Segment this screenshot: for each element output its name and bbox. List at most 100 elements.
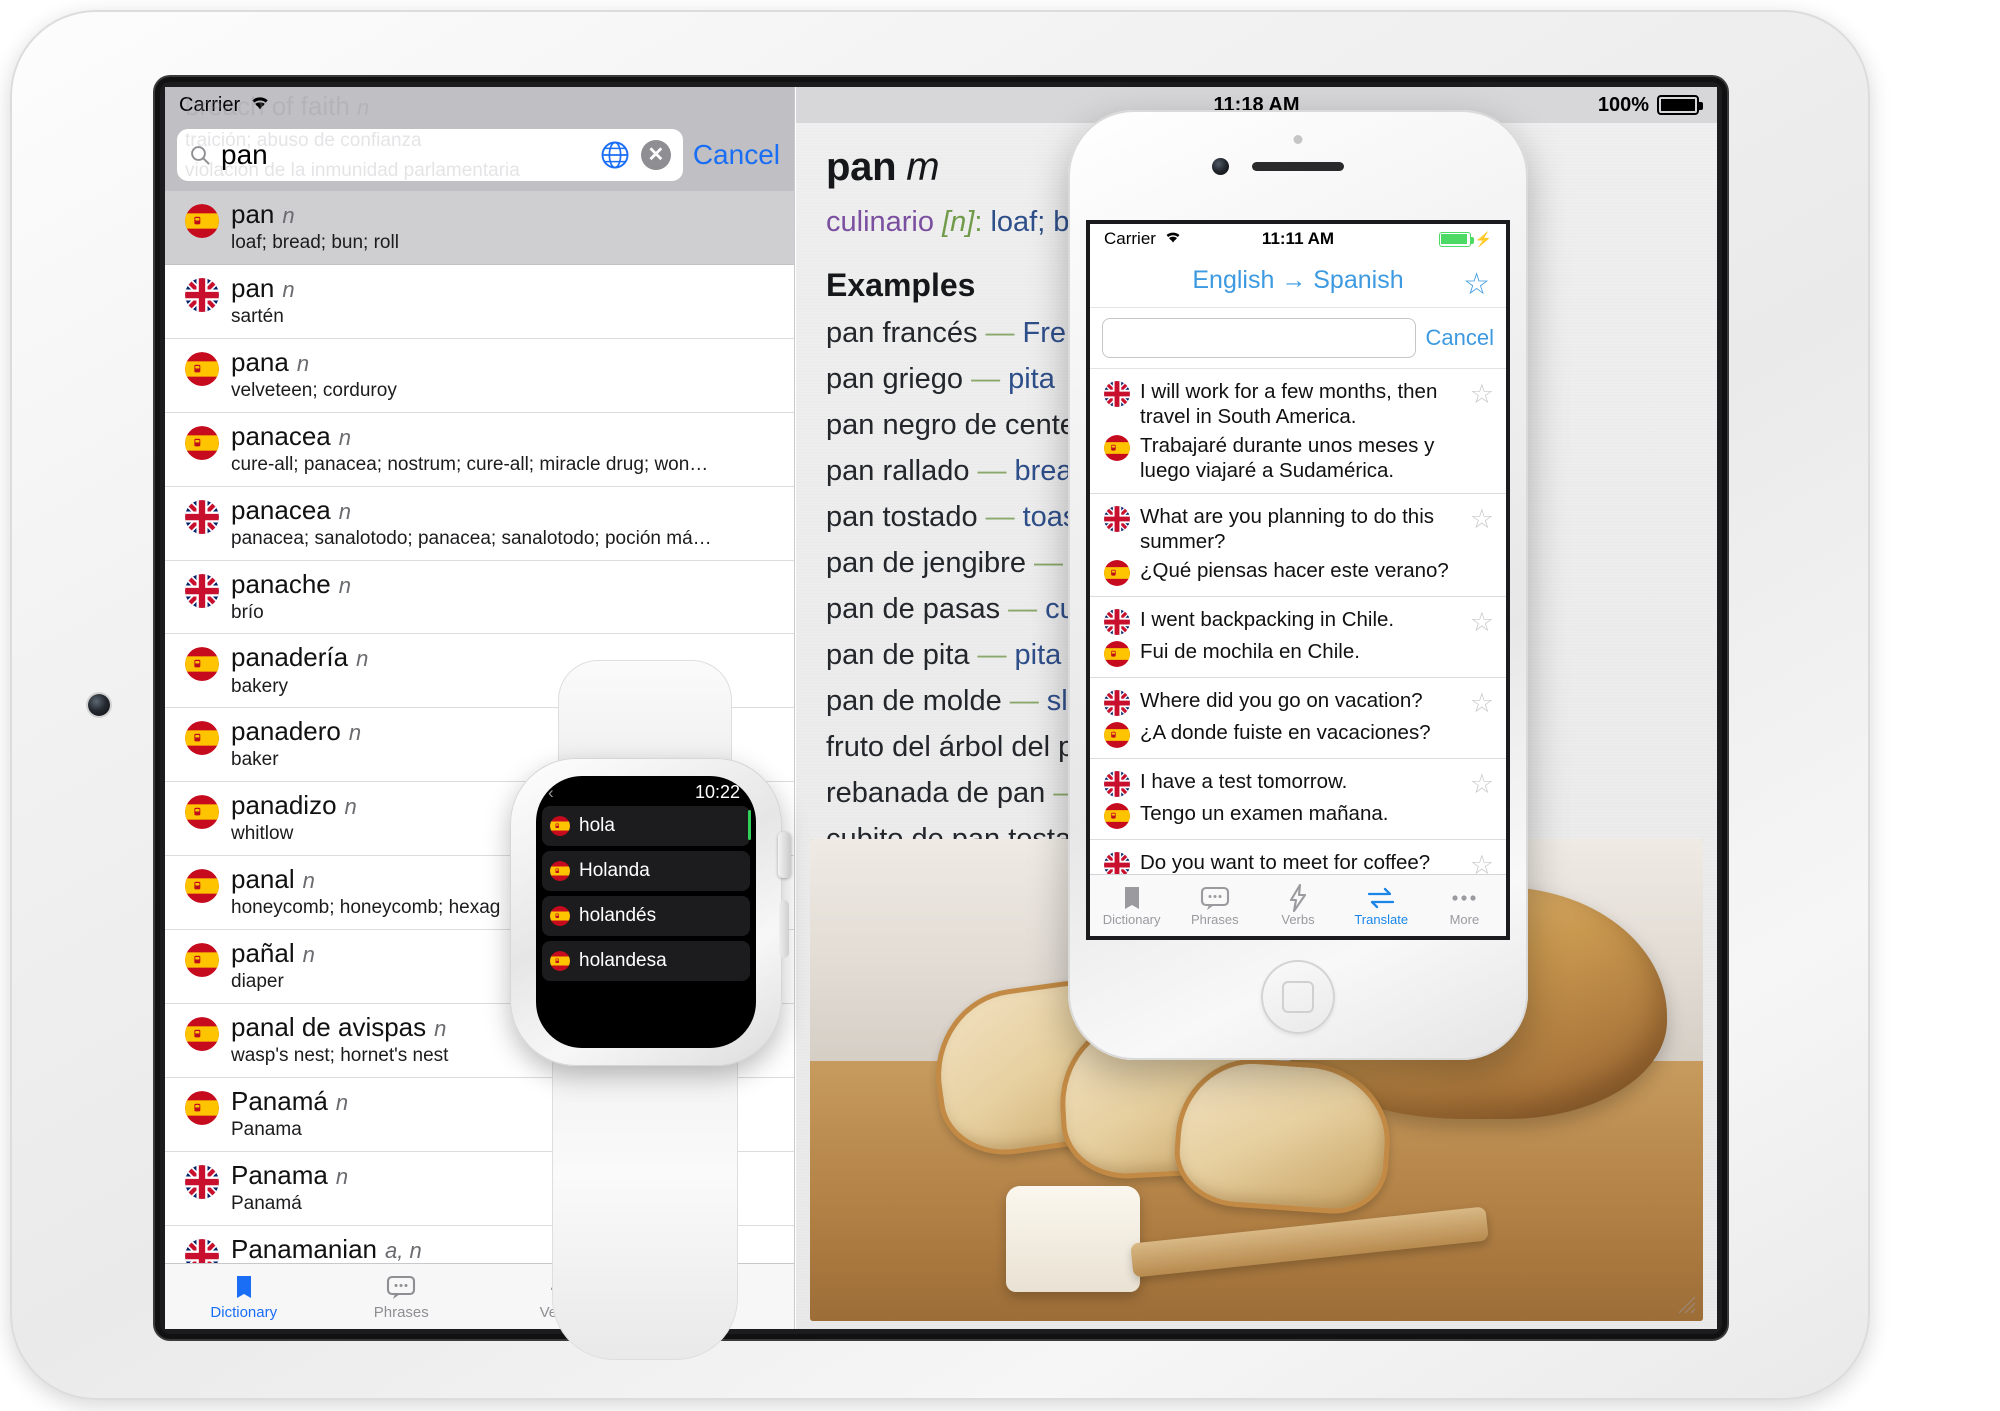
iphone-home-button[interactable] bbox=[1261, 960, 1335, 1034]
translation-pair[interactable]: I will work for a few months, then trave… bbox=[1090, 369, 1506, 494]
watch-list-item[interactable]: Holanda bbox=[542, 851, 750, 891]
pair-source-text: Where did you go on vacation? bbox=[1140, 689, 1423, 712]
translate-cancel-button[interactable]: Cancel bbox=[1426, 325, 1494, 351]
ellipsis-icon bbox=[1423, 885, 1506, 911]
flag-icon-en bbox=[1104, 771, 1130, 797]
iphone-screen: Carrier 11:11 AM ⚡ English → Spanish ☆ C… bbox=[1086, 220, 1510, 940]
flag-icon-es bbox=[185, 647, 219, 682]
translation-pair[interactable]: What are you planning to do this summer?… bbox=[1090, 494, 1506, 597]
example-source: rebanada de pan bbox=[826, 777, 1046, 809]
search-result-row[interactable]: panacea n cure-all; panacea; nostrum; cure… bbox=[165, 412, 794, 487]
result-word: pan n bbox=[231, 199, 295, 229]
favorite-star-icon[interactable]: ☆ bbox=[1470, 379, 1494, 410]
search-result-row[interactable]: pan n loaf; bread; bun; roll bbox=[165, 191, 794, 265]
result-gloss: loaf; bread; bun; roll bbox=[231, 232, 399, 254]
flag-icon-es bbox=[550, 951, 570, 971]
result-pos: n bbox=[302, 868, 315, 894]
watch-scroll-indicator bbox=[748, 810, 751, 840]
watch-word-list[interactable]: hola Holanda holandés holandesa bbox=[536, 806, 756, 981]
star-outline-icon[interactable]: ☆ bbox=[1463, 267, 1490, 302]
watch-list-item[interactable]: holandés bbox=[542, 896, 750, 936]
result-word: Panama n bbox=[231, 1159, 349, 1190]
flag-icon-es bbox=[185, 869, 219, 904]
pair-target-text: ¿A donde fuiste en vacaciones? bbox=[1140, 721, 1431, 744]
result-word: panacea n bbox=[231, 420, 352, 451]
iphone-device: Carrier 11:11 AM ⚡ English → Spanish ☆ C… bbox=[1068, 110, 1528, 1060]
entry-headword-text: pan bbox=[826, 145, 897, 189]
translate-arrows-icon bbox=[1340, 885, 1423, 911]
flag-icon-es bbox=[185, 425, 219, 460]
result-pos: n bbox=[338, 498, 352, 524]
example-source: pan rallado bbox=[826, 455, 970, 487]
watch-list-item[interactable]: holandesa bbox=[542, 941, 750, 981]
result-gloss: sartén bbox=[231, 306, 284, 328]
example-dash-icon: — bbox=[985, 317, 1015, 349]
translation-pair[interactable]: I have a test tomorrow. Tengo un examen m… bbox=[1090, 759, 1506, 840]
flag-icon-es bbox=[1104, 560, 1130, 586]
flag-icon-es bbox=[1104, 641, 1130, 667]
example-source: fruto del árbol del pan bbox=[826, 731, 1107, 763]
flag-icon-en bbox=[1104, 609, 1130, 635]
watch-case: ‹ 10:22 hola Holanda holandés holandesa bbox=[510, 758, 791, 1066]
example-source: pan francés bbox=[826, 317, 978, 349]
result-pos: n bbox=[335, 1163, 349, 1189]
iphone-tab-translate[interactable]: Translate bbox=[1340, 885, 1423, 927]
example-dash-icon: — bbox=[971, 363, 1001, 395]
favorite-star-icon[interactable]: ☆ bbox=[1470, 769, 1494, 800]
watch-word: hola bbox=[579, 815, 615, 836]
iphone-tab-phrases[interactable]: Phrases bbox=[1173, 885, 1256, 927]
watch-band-bottom bbox=[552, 1050, 738, 1360]
example-dash-icon: — bbox=[985, 501, 1015, 533]
iphone-tab-bar[interactable]: Dictionary Phrases Verbs Translate More bbox=[1090, 874, 1506, 936]
result-word: panacea n bbox=[231, 494, 352, 525]
translate-search-input[interactable] bbox=[1102, 318, 1416, 358]
flag-icon-es bbox=[185, 795, 219, 830]
translation-pairs-list[interactable]: I will work for a few months, then trave… bbox=[1090, 369, 1506, 936]
digital-crown-icon[interactable] bbox=[778, 832, 791, 878]
search-result-row[interactable]: panache n brío bbox=[165, 560, 794, 635]
favorite-star-icon[interactable]: ☆ bbox=[1470, 504, 1494, 535]
tab-phrases[interactable]: Phrases bbox=[323, 1272, 481, 1321]
flag-icon-es bbox=[1104, 722, 1130, 748]
result-pos: a, n bbox=[385, 1237, 422, 1263]
flag-icon-es bbox=[185, 721, 219, 756]
favorite-star-icon[interactable]: ☆ bbox=[1470, 688, 1494, 719]
translation-pair[interactable]: Where did you go on vacation? ¿A donde fu… bbox=[1090, 678, 1506, 759]
watch-list-item[interactable]: hola bbox=[542, 806, 750, 846]
tab-dictionary[interactable]: Dictionary bbox=[165, 1272, 323, 1321]
iphone-camera-icon bbox=[1212, 158, 1229, 175]
entry-gender: m bbox=[906, 145, 940, 189]
flag-icon-es bbox=[1104, 803, 1130, 829]
result-pos: n bbox=[296, 350, 310, 376]
battery-icon bbox=[1657, 95, 1703, 115]
iphone-tab-dictionary[interactable]: Dictionary bbox=[1090, 885, 1173, 927]
favorite-star-icon[interactable]: ☆ bbox=[1470, 607, 1494, 638]
tab-label: Phrases bbox=[373, 1304, 429, 1321]
iphone-tab-verbs[interactable]: Verbs bbox=[1256, 883, 1339, 927]
flag-icon-en bbox=[1104, 381, 1130, 407]
book-icon bbox=[165, 1272, 323, 1302]
back-chevron-icon[interactable]: ‹ bbox=[548, 783, 554, 803]
ipad-device: Carrier pan ✕ Cancel breach of faith n t… bbox=[10, 10, 1870, 1400]
language-direction-button[interactable]: English → Spanish bbox=[1192, 266, 1403, 295]
result-pos: n bbox=[282, 276, 295, 302]
translation-pair[interactable]: I went backpacking in Chile. Fui de mochi… bbox=[1090, 597, 1506, 678]
search-result-row[interactable]: panacea n panacea; sanalotodo; panacea; sa… bbox=[165, 486, 794, 561]
battery-charging-icon: ⚡ bbox=[1438, 231, 1492, 248]
tab-label: Dictionary bbox=[1102, 911, 1161, 927]
example-dash-icon: — bbox=[977, 455, 1007, 487]
search-result-row[interactable]: pana n velveteen; corduroy bbox=[165, 338, 794, 413]
example-source: pan negro de centeno bbox=[826, 409, 1109, 441]
iphone-status-bar: Carrier 11:11 AM ⚡ bbox=[1090, 224, 1506, 254]
pair-target-text: ¿Qué piensas hacer este verano? bbox=[1140, 559, 1449, 582]
watch-clock: 10:22 bbox=[694, 782, 740, 802]
example-source: pan tostado bbox=[826, 501, 978, 533]
flag-icon-en bbox=[185, 277, 219, 312]
search-result-row[interactable]: pan n sartén bbox=[165, 264, 794, 339]
iphone-tab-more[interactable]: More bbox=[1423, 885, 1506, 927]
speech-bubble-icon bbox=[1173, 885, 1256, 911]
result-gloss: velveteen; corduroy bbox=[231, 379, 397, 401]
watch-side-button-icon[interactable] bbox=[779, 900, 789, 958]
apple-watch-device: ‹ 10:22 hola Holanda holandés holandesa bbox=[500, 660, 791, 1360]
flag-icon-es bbox=[185, 1090, 219, 1125]
